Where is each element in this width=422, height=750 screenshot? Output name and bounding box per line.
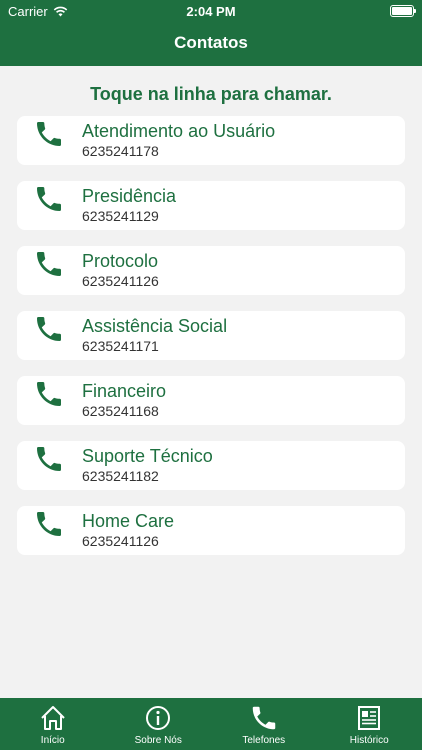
contact-name: Atendimento ao Usuário xyxy=(82,121,276,141)
instruction-text: Toque na linha para chamar. xyxy=(90,84,332,104)
home-icon xyxy=(41,706,65,730)
contact-number: 6235241126 xyxy=(82,533,159,549)
page-title: Contatos xyxy=(174,33,248,52)
contact-row-atendimento[interactable]: Atendimento ao Usuário 6235241178 xyxy=(17,116,405,165)
contact-number: 6235241168 xyxy=(82,403,159,419)
status-bar: Carrier 2:04 PM xyxy=(0,0,422,22)
contact-name: Home Care xyxy=(82,511,175,531)
phone-icon xyxy=(37,382,61,406)
phone-icon xyxy=(37,447,61,471)
phone-icon xyxy=(37,317,61,341)
contact-name: Protocolo xyxy=(82,251,159,271)
contact-number: 6235241178 xyxy=(82,143,159,159)
newspaper-icon xyxy=(358,706,381,730)
contact-row-financeiro[interactable]: Financeiro 6235241168 xyxy=(17,376,405,425)
tab-sobre-nos[interactable]: Sobre Nós xyxy=(106,698,212,750)
contact-row-protocolo[interactable]: Protocolo 6235241126 xyxy=(17,246,405,295)
contact-row-suporte-tecnico[interactable]: Suporte Técnico 6235241182 xyxy=(17,441,405,490)
contact-name: Presidência xyxy=(82,186,177,206)
contact-name: Financeiro xyxy=(82,381,167,401)
phone-icon xyxy=(252,706,275,730)
tab-bar: Início Sobre Nós Telefones Histórico xyxy=(0,698,422,750)
contact-number: 6235241171 xyxy=(82,338,159,354)
tab-telefones[interactable]: Telefones xyxy=(211,698,317,750)
phone-icon xyxy=(37,187,61,211)
battery-icon xyxy=(390,5,416,17)
tab-label: Histórico xyxy=(349,735,389,746)
tab-historico[interactable]: Histórico xyxy=(317,698,422,750)
phone-icon xyxy=(37,122,61,146)
phone-icon xyxy=(37,512,61,536)
contact-number: 6235241126 xyxy=(82,273,159,289)
contact-row-home-care[interactable]: Home Care 6235241126 xyxy=(17,506,405,555)
tab-label: Sobre Nós xyxy=(134,735,182,746)
contact-number: 6235241182 xyxy=(82,468,159,484)
tab-inicio[interactable]: Início xyxy=(0,698,106,750)
contact-name: Assistência Social xyxy=(82,316,228,336)
contact-number: 6235241129 xyxy=(82,208,159,224)
phone-icon xyxy=(37,252,61,276)
contact-row-presidencia[interactable]: Presidência 6235241129 xyxy=(17,181,405,230)
info-icon xyxy=(146,706,171,730)
tab-label: Telefones xyxy=(242,735,286,746)
app-header: Carrier 2:04 PM Contatos xyxy=(0,0,422,66)
contact-row-assistencia-social[interactable]: Assistência Social 6235241171 xyxy=(17,311,405,360)
contact-list: Atendimento ao Usuário 6235241178 Presid… xyxy=(17,116,405,571)
tab-label: Início xyxy=(40,735,65,746)
contact-name: Suporte Técnico xyxy=(82,446,213,466)
status-time: 2:04 PM xyxy=(186,4,236,19)
